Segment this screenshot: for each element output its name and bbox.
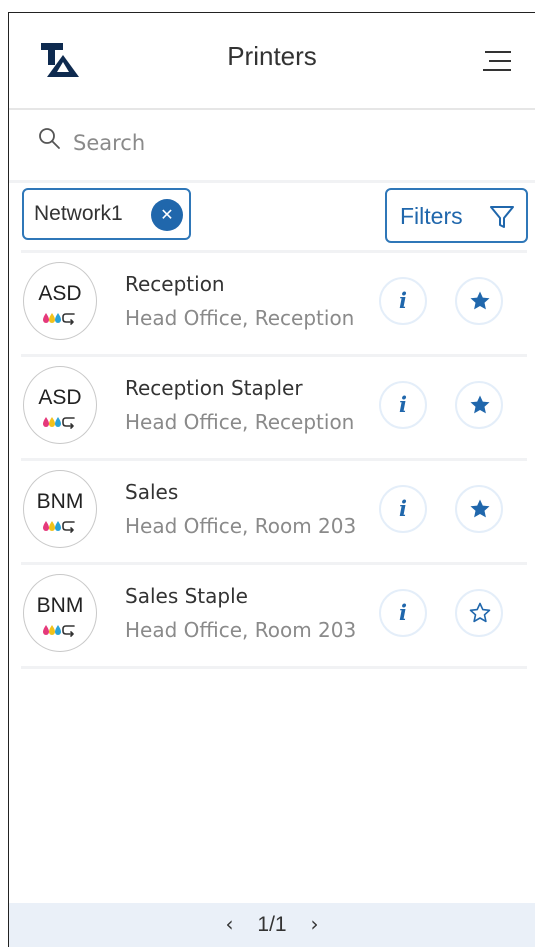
app-frame: Printers Network1 ✕ Filters ASD Reception… xyxy=(8,12,535,947)
ink-and-duplex-icon xyxy=(43,521,75,533)
printer-location: Head Office, Room 203 xyxy=(125,618,357,642)
prev-page-button[interactable]: ‹ xyxy=(226,912,234,936)
printer-row[interactable]: ASD Reception Stapler Head Office, Recepti… xyxy=(21,357,527,461)
printer-row[interactable]: ASD Reception Head Office, Reception i xyxy=(21,253,527,357)
favorite-button[interactable] xyxy=(455,381,503,429)
pagination-bar: ‹ 1/1 › xyxy=(9,903,535,947)
printer-name: Reception Stapler xyxy=(125,376,303,400)
chip-remove-icon[interactable]: ✕ xyxy=(151,199,183,231)
info-button[interactable]: i xyxy=(379,589,427,637)
favorite-button[interactable] xyxy=(455,485,503,533)
star-outline-icon xyxy=(469,602,491,623)
filters-button-label: Filters xyxy=(400,203,463,229)
hamburger-menu-icon[interactable] xyxy=(481,49,511,73)
printer-capabilities xyxy=(24,414,96,430)
printer-avatar: BNM xyxy=(23,470,97,548)
printer-code: ASD xyxy=(38,386,82,409)
star-filled-icon xyxy=(470,499,490,518)
printer-code: BNM xyxy=(36,594,84,617)
search-input[interactable] xyxy=(71,125,495,161)
printer-row[interactable]: BNM Sales Staple Head Office, Room 203 i xyxy=(21,565,527,669)
printer-location: Head Office, Room 203 xyxy=(125,514,357,538)
ink-and-duplex-icon xyxy=(43,313,75,325)
app-header: Printers xyxy=(9,13,535,110)
printer-avatar: BNM xyxy=(23,574,97,652)
info-button[interactable]: i xyxy=(379,485,427,533)
printer-capabilities xyxy=(24,310,96,326)
printer-location: Head Office, Reception xyxy=(125,306,355,330)
chip-label: Network1 xyxy=(34,202,123,225)
printer-name: Sales Staple xyxy=(125,584,248,608)
network-filter-chip[interactable]: Network1 ✕ xyxy=(22,188,191,240)
ink-and-duplex-icon xyxy=(43,417,75,429)
printer-row[interactable]: BNM Sales Head Office, Room 203 i xyxy=(21,461,527,565)
favorite-button[interactable] xyxy=(455,589,503,637)
page-title: Printers xyxy=(227,41,317,71)
info-icon: i xyxy=(399,288,407,313)
printer-capabilities xyxy=(24,518,96,534)
search-icon xyxy=(39,128,60,149)
favorite-button[interactable] xyxy=(455,277,503,325)
printer-avatar: ASD xyxy=(23,366,97,444)
printer-name: Reception xyxy=(125,272,225,296)
filters-button[interactable]: Filters xyxy=(385,188,528,243)
info-button[interactable]: i xyxy=(379,381,427,429)
info-icon: i xyxy=(399,392,407,417)
star-filled-icon xyxy=(470,291,490,310)
printer-capabilities xyxy=(24,622,96,638)
info-button[interactable]: i xyxy=(379,277,427,325)
page-indicator: 1/1 xyxy=(257,913,287,936)
printer-code: BNM xyxy=(36,490,84,513)
info-icon: i xyxy=(399,496,407,521)
funnel-icon xyxy=(490,206,514,228)
printer-list: ASD Reception Head Office, Reception i ASD Re… xyxy=(21,253,527,669)
printer-code: ASD xyxy=(38,282,82,305)
info-icon: i xyxy=(399,600,407,625)
printer-location: Head Office, Reception xyxy=(125,410,355,434)
search-bar xyxy=(9,110,535,183)
printer-avatar: ASD xyxy=(23,262,97,340)
next-page-button[interactable]: › xyxy=(310,912,318,936)
printer-name: Sales xyxy=(125,480,179,504)
ink-and-duplex-icon xyxy=(43,625,75,637)
star-filled-icon xyxy=(470,395,490,414)
